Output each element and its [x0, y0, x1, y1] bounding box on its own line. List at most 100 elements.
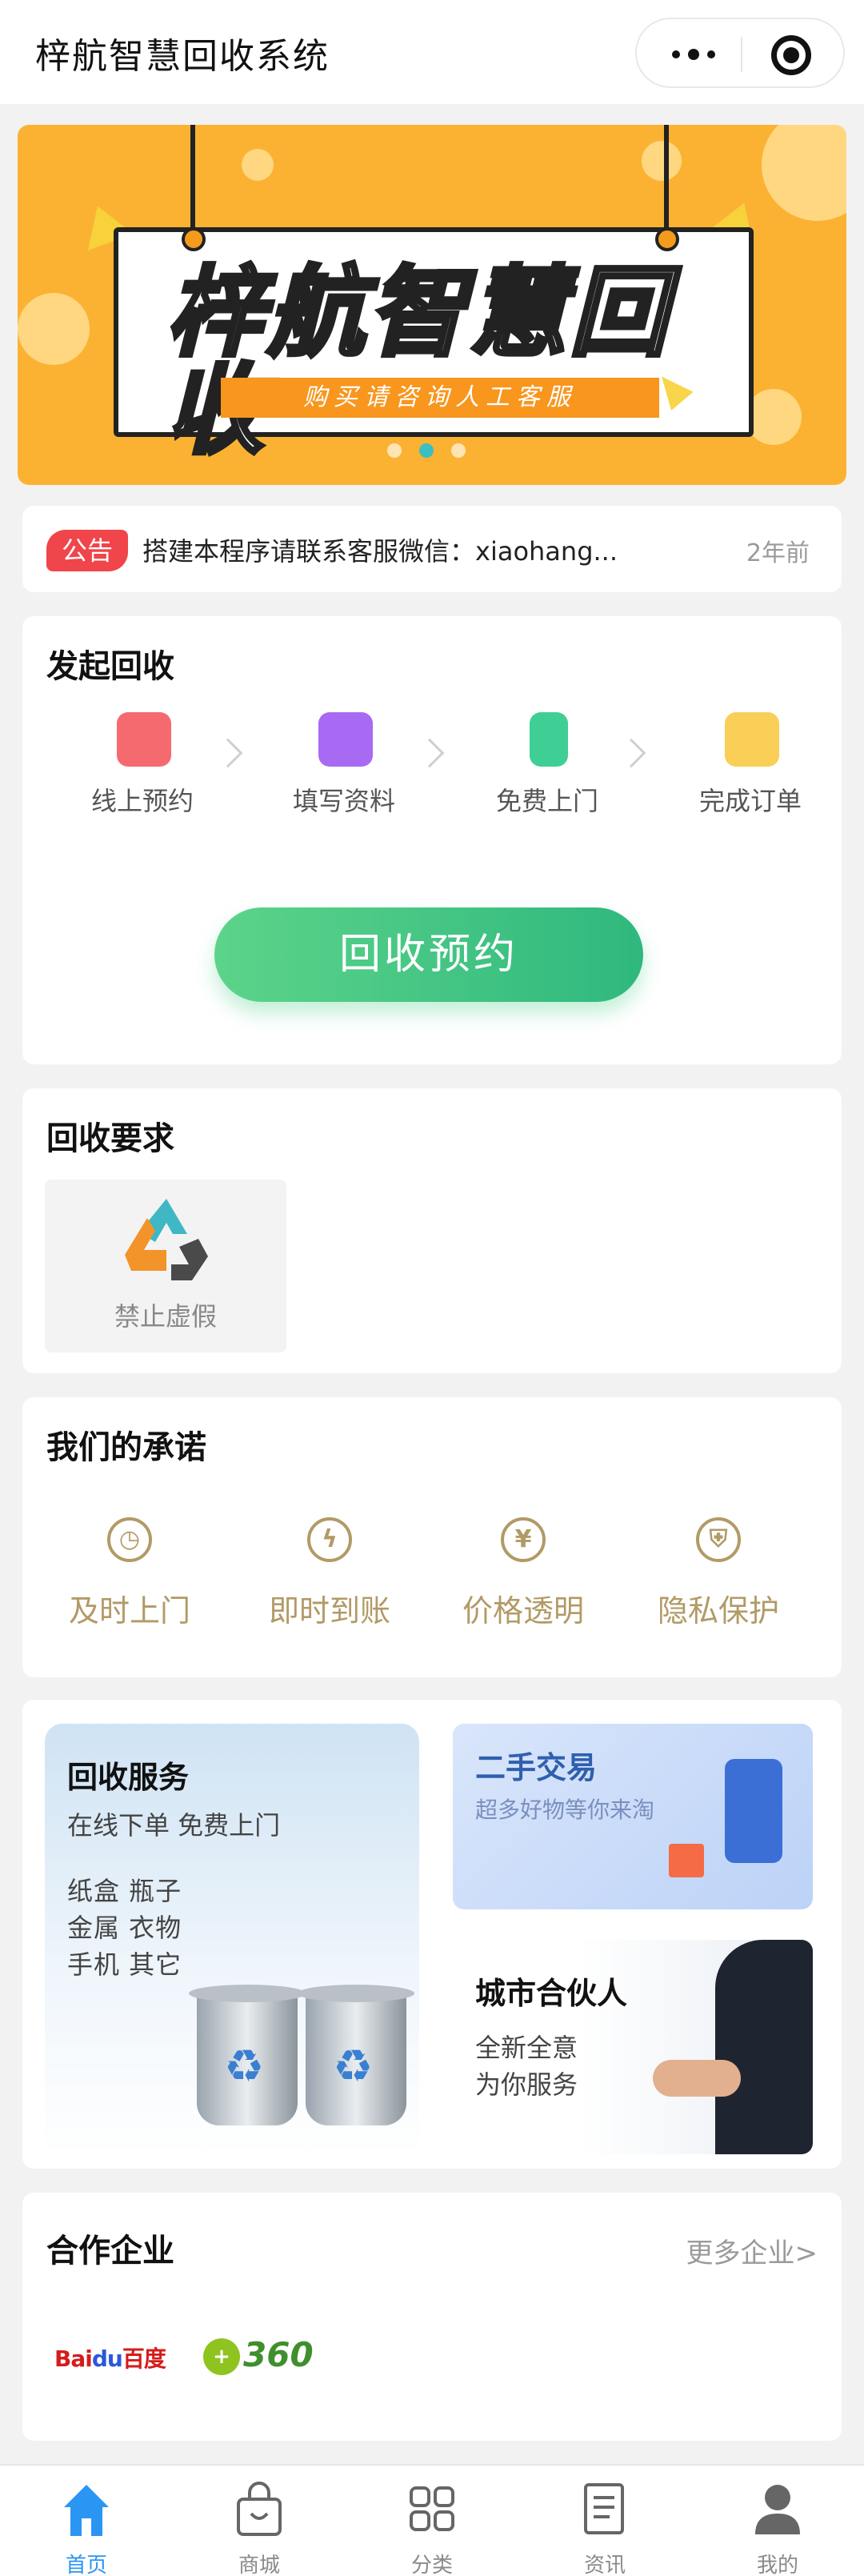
step-online-booking: 线上预约 — [62, 712, 222, 816]
tab-label: 资讯 — [583, 2554, 626, 2576]
banner-bubble-decoration — [746, 389, 802, 445]
businessman-image — [715, 1940, 813, 2154]
recycle-booking-button[interactable]: 回收预约 — [214, 907, 643, 1002]
step-label: 填写资料 — [292, 786, 395, 816]
carousel-indicator — [387, 443, 466, 458]
promises-card: 我们的承诺 ◷ 及时上门 ϟ 即时到账 ¥ 价格透明 ⛨ 隐私保护 — [22, 1397, 842, 1677]
capsule-divider — [741, 37, 742, 72]
mini-program-close-icon[interactable] — [771, 35, 811, 75]
notice-text[interactable]: 搭建本程序请联系客服微信：xiaohang... — [142, 531, 618, 568]
recycle-requirements-card: 回收要求 禁止虚假 — [22, 1088, 842, 1373]
order-done-icon — [725, 712, 779, 767]
recycle-start-card: 发起回收 线上预约 填写资料 免费上门 完成订单 回收预约 — [22, 616, 842, 1064]
phone-shop-icon — [725, 1759, 782, 1863]
carousel-dot[interactable] — [387, 443, 402, 458]
banner-bubble-decoration — [242, 149, 274, 181]
secondhand-trade-tile[interactable]: 二手交易 超多好物等你来淘 — [453, 1724, 813, 1909]
pin-decoration — [655, 227, 679, 251]
step-free-pickup: 免费上门 — [467, 712, 627, 816]
notice-bar[interactable]: 公告 搭建本程序请联系客服微信：xiaohang... 2年前 — [22, 506, 842, 592]
banner-subtitle: 购买请咨询人工客服 — [221, 378, 659, 418]
banner-signboard: 梓航智慧回收 购买请咨询人工客服 — [114, 227, 754, 462]
tab-label: 分类 — [410, 2554, 453, 2576]
bottom-tab-bar: 首页 商城 分类 资讯 我的 — [0, 2464, 864, 2576]
pin-decoration — [182, 227, 206, 251]
door-icon — [530, 712, 568, 767]
recycle-steps: 线上预约 填写资料 免费上门 完成订单 — [22, 712, 842, 816]
banner-rope — [664, 125, 669, 237]
banner-bubble-decoration — [762, 125, 846, 221]
home-icon — [64, 2485, 109, 2536]
section-title: 发起回收 — [46, 648, 174, 685]
360-logo[interactable]: +360 — [203, 2335, 323, 2377]
category-grid-icon — [410, 2486, 454, 2531]
recycle-icon — [125, 1199, 208, 1280]
section-title: 我们的承诺 — [46, 1429, 206, 1466]
mini-program-capsule — [635, 18, 845, 88]
baidu-logo[interactable]: Baidu百度 — [54, 2342, 166, 2374]
yen-icon: ¥ — [501, 1517, 546, 1562]
banner-bubble-decoration — [642, 141, 682, 181]
promo-banner-carousel[interactable]: 梓航智慧回收 购买请咨询人工客服 — [18, 125, 846, 485]
promise-label: 隐私保护 — [657, 1593, 779, 1629]
user-icon — [755, 2485, 800, 2534]
services-card: 回收服务 在线下单 免费上门 纸盒 瓶子 金属 衣物 手机 其它 ♻ ♻ 二手交… — [22, 1700, 842, 2169]
carousel-dot[interactable] — [451, 443, 466, 458]
recycle-service-tile[interactable]: 回收服务 在线下单 免费上门 纸盒 瓶子 金属 衣物 手机 其它 ♻ ♻ — [45, 1724, 419, 2156]
promise-on-time: ◷ 及时上门 — [50, 1517, 210, 1629]
partner-companies-card: 合作企业 更多企业> Baidu百度 +360 — [22, 2193, 842, 2441]
app-title: 梓航智慧回收系统 — [35, 36, 330, 77]
tile-title: 二手交易 — [475, 1750, 598, 1785]
news-icon — [584, 2483, 624, 2534]
handshake-image — [653, 2060, 741, 2097]
tile-subtitle: 在线下单 免费上门 — [67, 1810, 281, 1841]
tile-title: 城市合伙人 — [475, 1976, 628, 2011]
step-fill-info: 填写资料 — [264, 712, 424, 816]
tab-label: 首页 — [65, 2554, 107, 2576]
promise-instant-payment: ϟ 即时到账 — [250, 1517, 410, 1629]
tile-category-line: 纸盒 瓶子 — [67, 1876, 182, 1906]
banner-bubble-decoration — [18, 293, 90, 365]
gift-icon — [669, 1844, 704, 1877]
step-complete-order: 完成订单 — [670, 712, 830, 816]
promise-privacy: ⛨ 隐私保护 — [638, 1517, 798, 1629]
calendar-icon — [117, 712, 171, 767]
promise-label: 价格透明 — [462, 1593, 584, 1629]
banner-rope — [190, 125, 195, 237]
tab-label: 我的 — [756, 2554, 798, 2576]
form-icon — [318, 712, 373, 767]
notice-time: 2年前 — [746, 539, 810, 567]
section-title: 合作企业 — [46, 2233, 174, 2270]
step-label: 免费上门 — [495, 786, 598, 816]
top-navigation-bar: 梓航智慧回收系统 — [0, 0, 864, 104]
promise-transparent-price: ¥ 价格透明 — [443, 1517, 603, 1629]
tile-title: 回收服务 — [67, 1760, 190, 1795]
tile-category-line: 金属 衣物 — [67, 1913, 182, 1943]
more-companies-link[interactable]: 更多企业> — [686, 2231, 818, 2270]
tab-category[interactable]: 分类 — [346, 2466, 518, 2576]
requirement-item[interactable]: 禁止虚假 — [45, 1180, 286, 1352]
carousel-dot-active[interactable] — [419, 443, 434, 458]
step-label: 线上预约 — [90, 786, 194, 816]
tab-home[interactable]: 首页 — [0, 2466, 173, 2576]
lightning-icon: ϟ — [307, 1517, 352, 1562]
tile-subtitle: 为你服务 — [475, 2069, 578, 2100]
trash-bin-icon: ♻ — [189, 1985, 306, 2125]
tab-mine[interactable]: 我的 — [691, 2466, 864, 2576]
clock-icon: ◷ — [107, 1517, 152, 1562]
tab-news[interactable]: 资讯 — [518, 2466, 691, 2576]
city-partner-tile[interactable]: 城市合伙人 全新全意 为你服务 — [453, 1940, 813, 2154]
promise-label: 即时到账 — [268, 1593, 390, 1629]
tile-category-line: 手机 其它 — [67, 1949, 182, 1980]
requirement-label: 禁止虚假 — [114, 1301, 217, 1332]
banner-title: 梓航智慧回收 — [165, 256, 670, 467]
tab-mall[interactable]: 商城 — [173, 2466, 346, 2576]
shopping-bag-icon — [237, 2482, 282, 2536]
trash-bin-icon: ♻ — [298, 1985, 414, 2125]
section-title: 回收要求 — [46, 1120, 174, 1157]
notice-badge: 公告 — [46, 530, 128, 571]
promise-label: 及时上门 — [68, 1593, 190, 1629]
step-label: 完成订单 — [698, 786, 802, 816]
more-dots-icon[interactable] — [666, 42, 722, 67]
tab-label: 商城 — [238, 2554, 280, 2576]
